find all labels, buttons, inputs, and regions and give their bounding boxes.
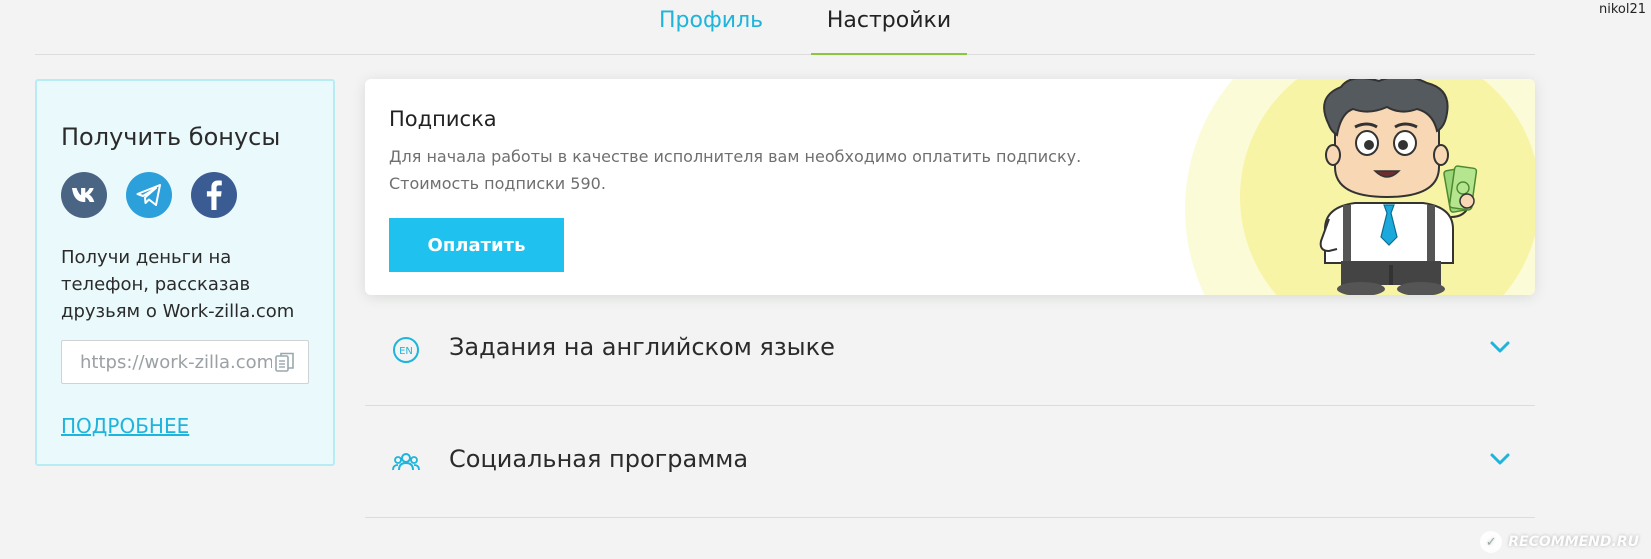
bonus-title: Получить бонусы [61, 123, 281, 151]
tab-profile[interactable]: Профиль [659, 6, 763, 55]
pay-button[interactable]: Оплатить [389, 218, 564, 272]
more-details-link[interactable]: ПОДРОБНЕЕ [61, 414, 189, 438]
recommend-watermark: ✓ RECOMMEND.RU [1480, 531, 1639, 553]
svg-text:EN: EN [399, 346, 413, 357]
vk-icon [72, 188, 95, 202]
people-group-icon [392, 453, 420, 471]
copy-icon[interactable] [274, 351, 296, 373]
telegram-share-button[interactable] [126, 172, 172, 218]
accordion-social-program[interactable]: Социальная программа [365, 407, 1535, 518]
facebook-share-button[interactable] [191, 172, 237, 218]
recommend-logo-icon: ✓ [1480, 531, 1503, 553]
accordion-english-label: Задания на английском языке [449, 333, 835, 361]
referral-link-input[interactable] [62, 341, 272, 383]
subscription-title: Подписка [389, 107, 497, 131]
businessman-illustration [1185, 79, 1535, 295]
social-buttons [61, 172, 237, 218]
chevron-down-icon[interactable] [1489, 451, 1511, 467]
accordion-english-tasks[interactable]: EN Задания на английском языке [365, 295, 1535, 406]
facebook-icon [206, 180, 222, 210]
username-label: nikol21 [1598, 2, 1646, 17]
en-language-icon: EN [393, 337, 419, 363]
tab-settings[interactable]: Настройки [811, 6, 967, 55]
chevron-down-icon[interactable] [1489, 339, 1511, 355]
telegram-icon [136, 184, 161, 206]
bonus-description: Получи деньги на телефон, рассказав друз… [61, 247, 295, 322]
bonus-card: Получить бонусы Получи деньги на телефон… [35, 79, 335, 466]
accordion-social-label: Социальная программа [449, 445, 749, 473]
vk-share-button[interactable] [61, 172, 107, 218]
referral-link-field-wrap [61, 340, 309, 384]
subscription-description: Для начала работы в качестве исполнителя… [389, 143, 1081, 197]
watermark-text: RECOMMEND.RU [1508, 534, 1639, 550]
subscription-card: Подписка Для начала работы в качестве ис… [365, 79, 1535, 295]
tab-bar: Профиль Настройки [35, 0, 1535, 55]
subscription-desc-line2: Стоимость подписки 590. [389, 174, 606, 193]
subscription-desc-line1: Для начала работы в качестве исполнителя… [389, 147, 1082, 166]
